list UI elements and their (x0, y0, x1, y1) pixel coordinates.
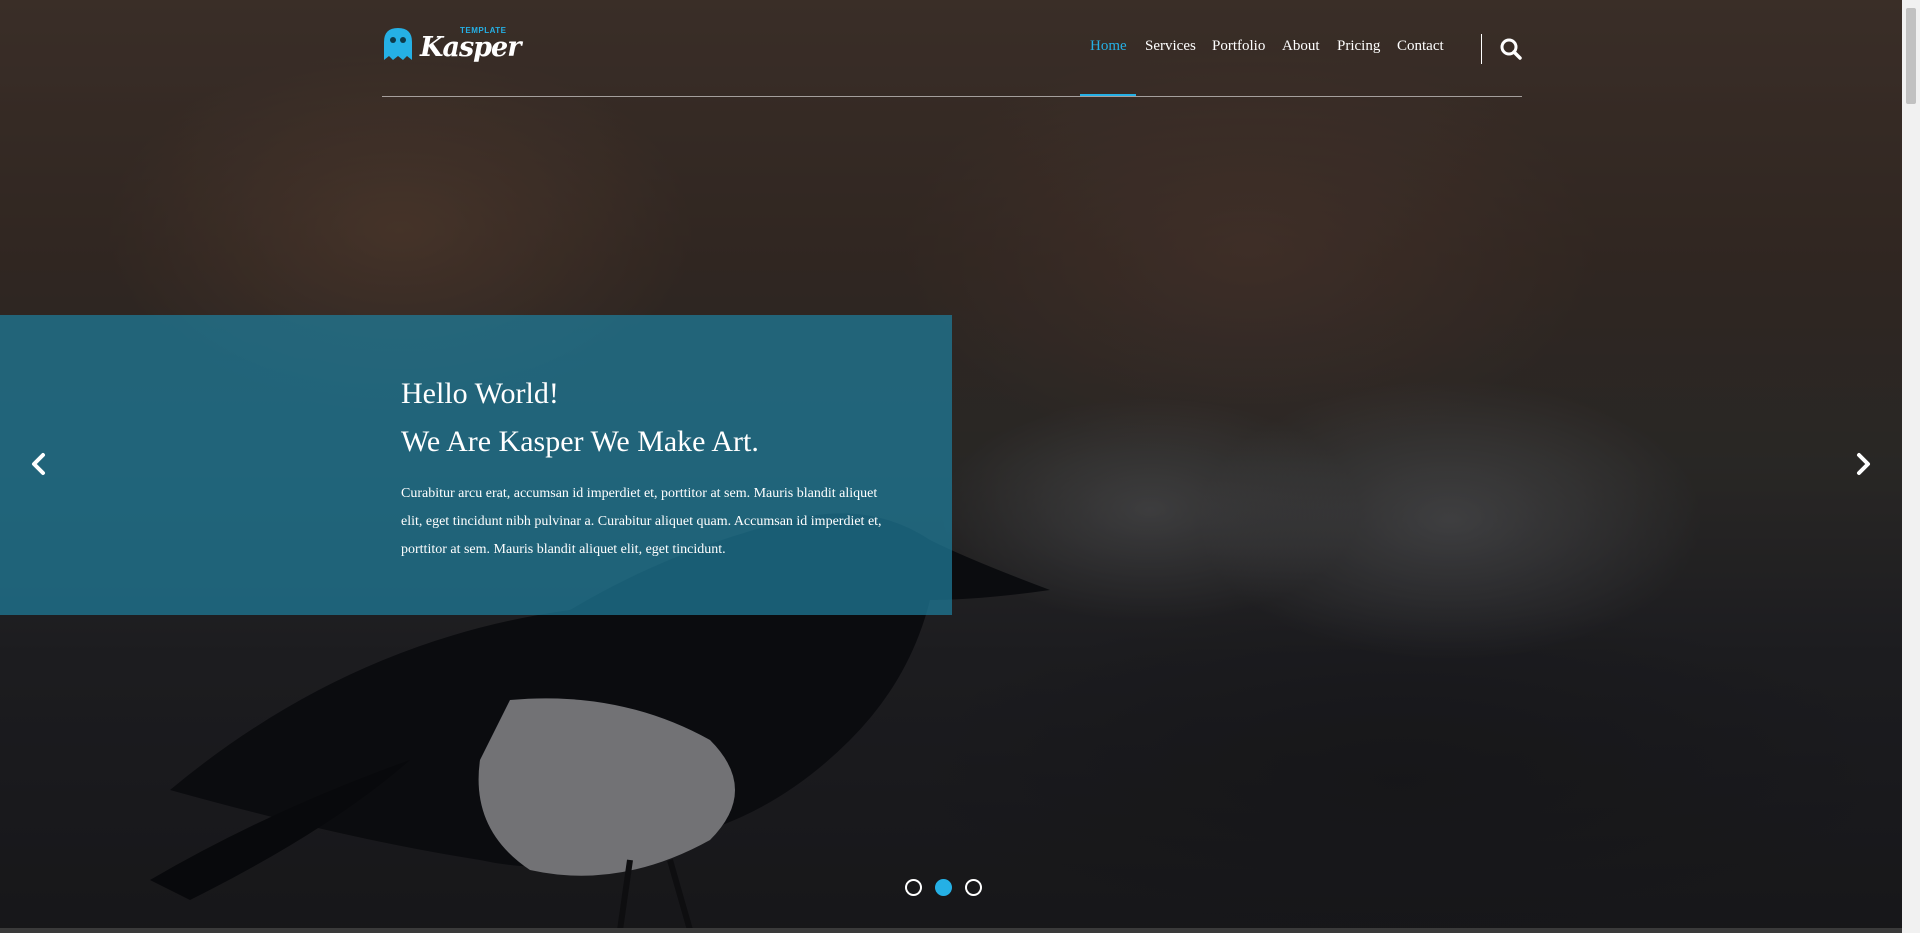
nav-link-about[interactable]: About (1282, 38, 1320, 55)
slide-description: Curabitur arcu erat, accumsan id imperdi… (401, 486, 882, 557)
page-scrollbar[interactable] (1902, 0, 1920, 933)
slider-bullet-2[interactable] (935, 879, 952, 896)
nav-link-contact[interactable]: Contact (1397, 38, 1444, 55)
nav-link-pricing[interactable]: Pricing (1337, 38, 1380, 55)
nav-link-services[interactable]: Services (1145, 38, 1196, 55)
slider-bullet-1[interactable] (905, 879, 922, 896)
scrollbar-thumb[interactable] (1906, 8, 1916, 104)
site-header: TEMPLATE Kasper Home Services Portfolio … (382, 0, 1522, 97)
nav-active-indicator (1080, 94, 1136, 96)
nav-link-home[interactable]: Home (1090, 38, 1127, 55)
chevron-left-icon[interactable] (27, 452, 51, 476)
slider-bullet-3[interactable] (965, 879, 982, 896)
nav-divider (1481, 34, 1482, 64)
landing-page: TEMPLATE Kasper Home Services Portfolio … (0, 0, 1920, 933)
nav-link-portfolio[interactable]: Portfolio (1212, 38, 1265, 55)
bottom-edge (0, 928, 1902, 933)
chevron-right-icon[interactable] (1851, 452, 1875, 476)
slide-title-line2: We Are Kasper We Make Art. (401, 425, 759, 458)
search-icon[interactable] (1500, 38, 1522, 60)
slide-title: Hello World! We Are Kasper We Make Art. (401, 370, 941, 466)
main-nav: Home Services Portfolio About Pricing Co… (382, 0, 1522, 96)
slide-title-line1: Hello World! (401, 377, 559, 410)
slider-bullets (905, 879, 989, 899)
